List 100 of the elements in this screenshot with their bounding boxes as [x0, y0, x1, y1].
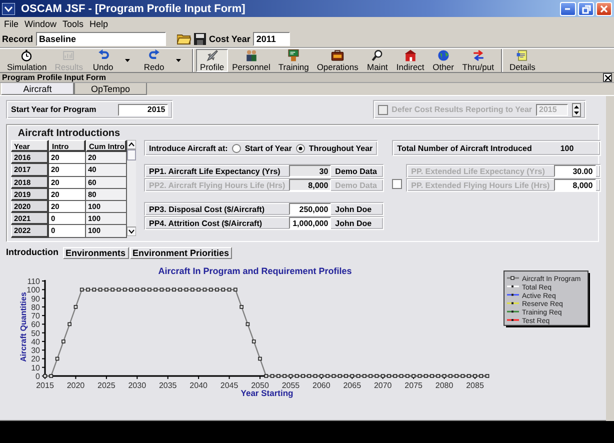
data-point — [454, 374, 458, 378]
data-point — [196, 288, 200, 292]
input-field[interactable]: 30.00 — [554, 165, 596, 177]
data-point — [288, 374, 293, 378]
data-point — [55, 356, 60, 361]
toolbar-button[interactable]: Undo — [87, 49, 120, 72]
toolbar-button[interactable]: Simulation — [3, 49, 51, 72]
axis-tick-label: 2030 — [128, 381, 146, 390]
data-point — [412, 374, 416, 378]
radio-button[interactable] — [296, 144, 305, 152]
data-point — [184, 288, 188, 292]
axis-tick-label: 2020 — [66, 381, 85, 390]
data-point — [448, 374, 452, 378]
radio-button[interactable] — [232, 144, 241, 152]
toolbar-button[interactable]: Operations — [312, 49, 362, 72]
data-point — [332, 374, 336, 378]
save-icon[interactable] — [194, 33, 206, 45]
chart-title: Aircraft In Program and Requirement Profiles — [158, 266, 352, 276]
data-point — [62, 340, 66, 344]
field-label: Start Year for Program — [11, 105, 96, 114]
toolbar-button[interactable]: Profile — [196, 49, 228, 72]
data-point — [466, 374, 471, 378]
data-point — [178, 288, 182, 292]
data-point — [479, 374, 484, 378]
toolbar-button[interactable]: Maint — [362, 49, 392, 72]
folder-icon[interactable] — [177, 33, 192, 45]
data-point — [208, 288, 213, 292]
axis-tick-label: 60 — [31, 320, 40, 330]
data-point — [301, 374, 305, 378]
data-point — [424, 374, 428, 378]
data-point — [344, 374, 348, 378]
menu-item[interactable]: Help — [86, 19, 112, 29]
toolbar-button[interactable]: Details — [504, 49, 540, 72]
data-point — [154, 288, 158, 292]
axis-tick-label: 2045 — [220, 381, 238, 390]
menu-item[interactable]: Window — [22, 19, 60, 29]
input-field[interactable]: 1,000,000 — [289, 217, 332, 229]
data-point — [436, 374, 440, 378]
arrows-icon — [472, 49, 485, 62]
data-point — [104, 288, 108, 292]
data-point — [442, 374, 446, 378]
data-point — [135, 288, 140, 292]
data-point — [362, 374, 366, 378]
close-button[interactable] — [603, 73, 612, 82]
axis-tick-label: 2085 — [466, 381, 484, 390]
cost-year-field[interactable]: 2011 — [253, 32, 290, 46]
caret-icon[interactable] — [125, 59, 130, 62]
record-field[interactable]: Baseline — [36, 32, 166, 46]
minimize-button[interactable] — [560, 2, 576, 16]
option-label: Start of Year — [244, 144, 292, 152]
toolbar-button[interactable]: Other — [428, 49, 458, 72]
input-field[interactable]: 250,000 — [289, 203, 332, 215]
data-point — [172, 288, 176, 292]
axis-tick-label: 70 — [31, 312, 40, 321]
toolbar-button[interactable]: Indirect — [392, 49, 428, 72]
parameter-label: PP. Extended Flying Hours Life (Hrs) — [411, 180, 550, 190]
data-point — [418, 374, 422, 378]
toolbar-button[interactable]: Redo — [138, 49, 170, 72]
axis-tick-label: 2075 — [404, 381, 422, 390]
menu-item[interactable]: Tools — [60, 19, 87, 29]
axis-tick-label: 2070 — [374, 381, 392, 390]
option-label: Throughout Year — [308, 144, 373, 152]
source-label: Demo Data — [335, 166, 378, 176]
toolbar-button[interactable]: Training — [274, 49, 313, 72]
data-point — [374, 374, 379, 378]
redo-icon — [148, 49, 161, 62]
scrollbar[interactable] — [127, 140, 136, 236]
data-point — [276, 374, 280, 378]
toolbar-button[interactable]: Personnel — [228, 49, 274, 72]
tab[interactable]: Environment Priorities — [130, 247, 232, 259]
case-icon — [331, 49, 344, 62]
tab[interactable]: Environments — [62, 247, 129, 259]
parameter-label: PP1. Aircraft Life Expectancy (Yrs) — [149, 166, 282, 176]
data-point — [473, 374, 477, 378]
axis-tick-label: 100 — [26, 286, 40, 295]
start-year-field[interactable]: 2015 — [118, 104, 168, 116]
input-field[interactable]: 8,000 — [554, 179, 596, 191]
axis-tick-label: 0 — [36, 372, 40, 381]
axis-tick-label: 2050 — [251, 381, 269, 390]
tab[interactable]: Aircraft — [1, 83, 74, 95]
menu-item[interactable]: File — [1, 19, 22, 29]
restore-icon — [581, 4, 591, 14]
data-point — [350, 374, 354, 378]
checkbox[interactable] — [392, 179, 402, 189]
tab[interactable]: OpTempo — [74, 83, 147, 95]
toolbar-button[interactable]: Thru/put — [458, 49, 498, 72]
axis-tick-label: 80 — [31, 302, 40, 312]
data-point — [485, 374, 490, 378]
source-label: John Doe — [335, 204, 373, 214]
parameter-label: PP2. Aircraft Flying Hours Life (Hrs) — [149, 180, 286, 190]
readonly-field[interactable]: 30 — [289, 165, 332, 177]
data-point — [141, 288, 146, 292]
caret-icon[interactable] — [176, 59, 182, 62]
restore-button[interactable] — [578, 2, 594, 16]
axis-tick-label: 2080 — [435, 381, 454, 390]
data-point — [98, 288, 102, 292]
data-point — [43, 374, 47, 378]
spin-button[interactable] — [572, 102, 581, 116]
data-point — [282, 374, 286, 378]
parameter-label: PP3. Disposal Cost ($/Aircraft) — [149, 204, 266, 214]
